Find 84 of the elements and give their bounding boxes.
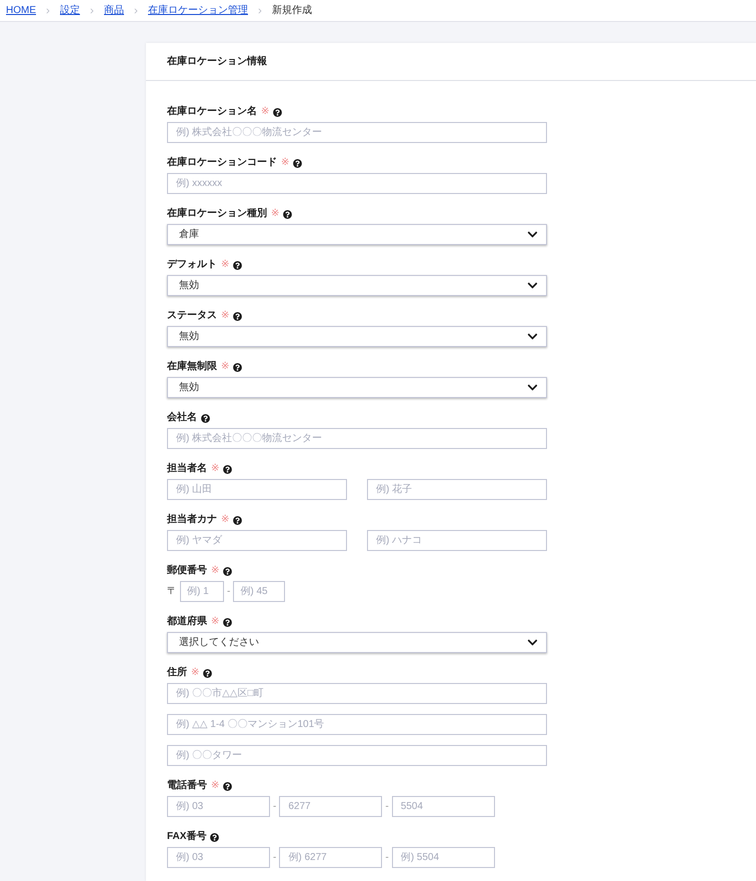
breadcrumb-current-page: 新規作成 (272, 4, 312, 16)
select-field[interactable]: 無効 (167, 326, 547, 347)
field-label: デフォルト (167, 258, 217, 272)
field-label: 在庫ロケーション名 (167, 105, 257, 119)
field-label: 在庫ロケーション種別 (167, 207, 267, 221)
required-mark: ※ (221, 258, 230, 272)
text-input[interactable]: 例) 〇〇市△△区□町 (167, 683, 547, 704)
breadcrumb-link[interactable]: 設定 (60, 4, 80, 16)
text-input[interactable]: 例) 花子 (367, 479, 547, 500)
field-label: 担当者名 (167, 462, 207, 476)
card-title: 在庫ロケーション情報 (167, 54, 267, 68)
chevron-right-icon (256, 6, 264, 14)
field-label: 住所 (167, 666, 187, 680)
text-input[interactable]: 例) 03 (167, 796, 270, 817)
required-mark: ※ (211, 615, 220, 629)
field-label: 郵便番号 (167, 564, 207, 578)
chevron-down-icon (527, 280, 538, 291)
required-mark: ※ (211, 779, 220, 793)
help-icon[interactable] (233, 516, 242, 524)
help-icon[interactable] (223, 566, 232, 576)
select-field[interactable]: 無効 (167, 275, 547, 296)
required-mark: ※ (211, 462, 220, 476)
text-input[interactable]: 例) 株式会社〇〇〇物流センター (167, 428, 547, 449)
field-label: 会社名 (167, 411, 197, 425)
hyphen: - (385, 850, 389, 864)
required-mark: ※ (281, 156, 290, 170)
required-mark: ※ (221, 309, 230, 323)
hyphen: - (273, 800, 276, 814)
text-input[interactable]: 例) 1 (180, 581, 224, 602)
required-mark: ※ (211, 564, 220, 578)
chevron-right-icon (44, 6, 52, 14)
hyphen: - (227, 584, 230, 598)
select-field[interactable]: 倉庫 (167, 224, 547, 245)
required-mark: ※ (221, 360, 230, 374)
text-input[interactable]: 例) △△ 1-4 〇〇マンション101号 (167, 714, 547, 735)
help-icon[interactable] (210, 832, 220, 842)
chevron-down-icon (527, 331, 538, 342)
field-label: 電話番号 (167, 779, 207, 793)
hyphen: - (273, 850, 276, 864)
help-icon[interactable] (233, 260, 242, 270)
text-input[interactable]: 例) 5504 (392, 847, 495, 868)
required-mark: ※ (271, 207, 280, 221)
text-input[interactable]: 例) 6277 (279, 847, 382, 868)
chevron-down-icon (527, 637, 538, 648)
help-icon[interactable] (203, 668, 212, 678)
text-input[interactable]: 例) 山田 (167, 479, 347, 500)
field-label: 都道府県 (167, 615, 207, 629)
text-input[interactable]: 5504 (392, 796, 495, 817)
field-label: 在庫ロケーションコード (167, 156, 277, 170)
postal-mark: 〒 (167, 584, 177, 598)
field-label: FAX番号 (167, 830, 206, 844)
select-field[interactable]: 無効 (167, 377, 547, 398)
breadcrumb-link[interactable]: 在庫ロケーション管理 (148, 4, 248, 16)
required-mark: ※ (261, 105, 270, 119)
help-icon[interactable] (223, 782, 232, 790)
required-mark: ※ (221, 513, 230, 527)
chevron-down-icon (527, 229, 538, 240)
text-input[interactable]: 例) 〇〇タワー (167, 745, 547, 766)
field-label: 在庫無制限 (167, 360, 217, 374)
breadcrumb-link[interactable]: HOME (6, 4, 36, 16)
breadcrumb-link[interactable]: 商品 (104, 4, 124, 16)
help-icon[interactable] (293, 158, 302, 168)
text-input[interactable]: 例) 45 (233, 581, 286, 602)
text-input[interactable]: 例) 株式会社〇〇〇物流センター (167, 122, 547, 143)
help-icon[interactable] (233, 312, 242, 320)
chevron-right-icon (132, 6, 140, 14)
chevron-down-icon (527, 382, 538, 393)
help-icon[interactable] (283, 210, 292, 218)
help-icon[interactable] (223, 464, 232, 474)
help-icon[interactable] (223, 618, 232, 626)
chevron-right-icon (88, 6, 96, 14)
field-label: 担当者カナ (167, 513, 217, 527)
required-mark: ※ (191, 666, 200, 680)
text-input[interactable]: 例) xxxxxx (167, 173, 547, 194)
field-label: ステータス (167, 309, 217, 323)
text-input[interactable]: 例) 03 (167, 847, 270, 868)
help-icon[interactable] (273, 108, 282, 116)
hyphen: - (385, 800, 389, 814)
help-icon[interactable] (201, 414, 210, 422)
select-field[interactable]: 選択してください (167, 632, 547, 653)
help-icon[interactable] (233, 362, 242, 372)
text-input[interactable]: 例) ヤマダ (167, 530, 347, 551)
text-input[interactable]: 6277 (279, 796, 382, 817)
text-input[interactable]: 例) ハナコ (367, 530, 547, 551)
